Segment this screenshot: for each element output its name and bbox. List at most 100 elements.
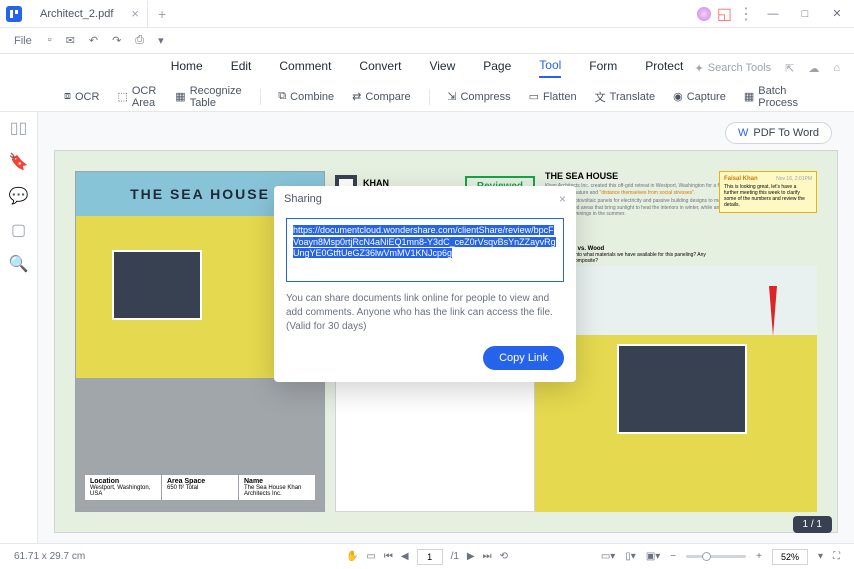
home-icon[interactable]: ⌂ <box>833 62 840 74</box>
close-button[interactable]: ✕ <box>824 1 850 27</box>
document-tab[interactable]: Architect_2.pdf × <box>28 1 148 27</box>
zoom-in-icon[interactable]: + <box>756 551 762 562</box>
notification-icon[interactable]: ◱ <box>717 4 732 24</box>
copy-link-button[interactable]: Copy Link <box>483 346 564 370</box>
save-icon[interactable]: ▫ <box>48 34 52 47</box>
user-avatar[interactable] <box>697 7 711 21</box>
first-page-icon[interactable]: ⏮ <box>384 551 393 562</box>
compress-icon: ⇲ <box>447 90 456 103</box>
render-window <box>617 344 747 434</box>
tool-compare[interactable]: ⇄ Compare <box>352 90 410 103</box>
maximize-button[interactable]: □ <box>792 1 818 27</box>
tool-translate[interactable]: 文Translate <box>595 89 655 105</box>
info-v3: The Sea House Khan Architects Inc. <box>244 485 310 497</box>
word-icon: W <box>738 127 748 139</box>
menu-home[interactable]: Home <box>171 59 203 77</box>
comment-icon[interactable]: 💬 <box>11 188 27 204</box>
menu-tool[interactable]: Tool <box>539 58 561 78</box>
next-page-icon[interactable]: ▶ <box>467 551 475 562</box>
tool-combine[interactable]: ⧉Combine <box>278 90 334 103</box>
prev-page-icon[interactable]: ◀ <box>401 551 409 562</box>
separator <box>260 89 261 105</box>
attachment-icon[interactable]: ▢ <box>11 222 27 238</box>
menu-convert[interactable]: Convert <box>359 59 401 77</box>
render-window <box>112 250 202 320</box>
tool-compare-label: Compare <box>365 91 410 103</box>
compare-icon: ⇄ <box>352 90 361 103</box>
layout-icon[interactable]: ▯▾ <box>625 551 636 562</box>
ocr-area-icon: ⬚ <box>117 90 127 103</box>
search-tools-label: Search Tools <box>708 62 771 74</box>
yellow-house-render <box>535 266 817 512</box>
redo-icon[interactable]: ↷ <box>112 34 121 47</box>
page-input[interactable] <box>417 549 443 565</box>
zoom-input[interactable] <box>772 549 808 565</box>
mail-icon[interactable]: ✉ <box>66 34 75 47</box>
info-h3: Name <box>244 478 310 485</box>
tool-capture[interactable]: ◉Capture <box>673 90 726 103</box>
sharing-dialog: Sharing × https://documentcloud.wondersh… <box>274 186 576 382</box>
bookmark-icon[interactable]: 🔖 <box>11 154 27 170</box>
select-tool-icon[interactable]: ▭ <box>366 551 375 562</box>
undo-icon[interactable]: ↶ <box>89 34 98 47</box>
tool-flatten-label: Flatten <box>543 91 577 103</box>
last-page-icon[interactable]: ⏭ <box>483 551 492 562</box>
sidebar-left: ▯▯ 🔖 💬 ▢ 🔍 <box>0 112 38 543</box>
dialog-title: Sharing <box>284 193 322 205</box>
chevron-down-icon[interactable]: ▾ <box>818 551 823 562</box>
tool-compress[interactable]: ⇲Compress <box>447 90 510 103</box>
tab-add-button[interactable]: + <box>148 6 176 22</box>
pdf-to-word-label: PDF To Word <box>753 127 819 139</box>
search-icon[interactable]: 🔍 <box>11 256 27 272</box>
share-link-text: https://documentcloud.wondershare.com/cl… <box>293 225 556 258</box>
thumbnails-icon[interactable]: ▯▯ <box>11 120 27 136</box>
hand-tool-icon[interactable]: ✋ <box>346 551 358 562</box>
separator <box>429 89 430 105</box>
review-note: Faisal Khan Nov 16, 2:01PM This is looki… <box>719 171 817 213</box>
page-dimensions: 61.71 x 29.7 cm <box>14 551 85 562</box>
file-menu[interactable]: File <box>14 35 32 47</box>
tool-batch[interactable]: ▦Batch Process <box>744 85 798 109</box>
tool-ocr[interactable]: ⧈OCR <box>64 90 99 103</box>
more-icon[interactable]: ⋮ <box>738 4 754 24</box>
cloud-icon[interactable]: ☁ <box>808 62 819 75</box>
pdf-to-word-button[interactable]: W PDF To Word <box>725 122 832 144</box>
app-icon <box>0 0 28 28</box>
page-badge: 1 / 1 <box>793 516 832 533</box>
zoom-out-icon[interactable]: − <box>670 551 676 562</box>
wand-icon: ✦ <box>695 62 704 75</box>
menu-page[interactable]: Page <box>483 59 511 77</box>
menu-form[interactable]: Form <box>589 59 617 77</box>
tool-recognize-table[interactable]: ▦Recognize Table <box>175 85 241 109</box>
menubar: Home Edit Comment Convert View Page Tool… <box>0 54 854 82</box>
reading-mode-icon[interactable]: ▣▾ <box>646 551 660 562</box>
menu-comment[interactable]: Comment <box>279 59 331 77</box>
menu-view[interactable]: View <box>429 59 455 77</box>
info-table: LocationWestport, Washington, USA Area S… <box>84 474 316 501</box>
fit-width-icon[interactable]: ▭▾ <box>601 551 615 562</box>
search-tools[interactable]: ✦ Search Tools <box>695 62 772 75</box>
tool-ocr-area[interactable]: ⬚OCR Area <box>117 85 157 109</box>
zoom-thumb[interactable] <box>702 552 711 561</box>
fullscreen-icon[interactable]: ⛶ <box>833 551 840 562</box>
info-h2: Area Space <box>167 478 233 485</box>
tool-ocr-label: OCR <box>75 91 99 103</box>
tab-close-icon[interactable]: × <box>131 6 139 21</box>
chevron-down-icon[interactable]: ▾ <box>158 34 164 47</box>
print-icon[interactable]: ⎙ <box>135 34 144 47</box>
page-total: /1 <box>451 551 459 562</box>
titlebar: Architect_2.pdf × + ◱ ⋮ — □ ✕ <box>0 0 854 28</box>
share-link-box[interactable]: https://documentcloud.wondershare.com/cl… <box>286 218 564 282</box>
zoom-slider[interactable] <box>686 555 746 558</box>
dialog-close-icon[interactable]: × <box>559 192 566 206</box>
share-icon[interactable]: ⇱ <box>785 62 794 75</box>
tool-flatten[interactable]: ▭Flatten <box>529 90 577 103</box>
combine-icon: ⧉ <box>278 90 286 103</box>
menu-protect[interactable]: Protect <box>645 59 683 77</box>
tool-recognize-label: Recognize Table <box>190 85 242 109</box>
tool-translate-label: Translate <box>610 91 655 103</box>
minimize-button[interactable]: — <box>760 1 786 27</box>
menu-edit[interactable]: Edit <box>231 59 252 77</box>
note-author: Faisal Khan <box>724 176 758 182</box>
rotate-icon[interactable]: ⟲ <box>500 551 508 562</box>
